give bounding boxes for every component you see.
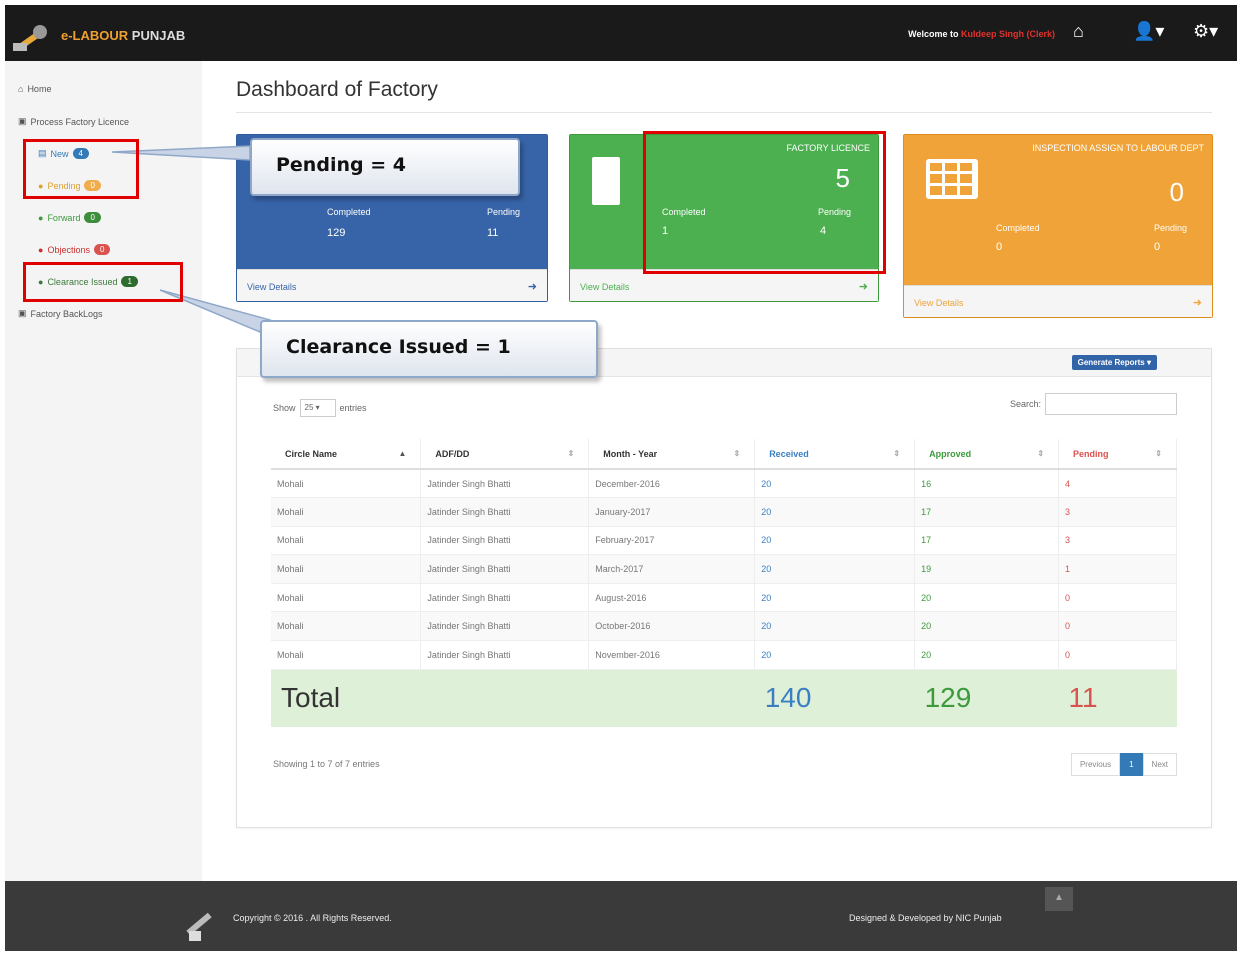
highlight-box-clearance [23, 262, 183, 302]
highlight-box-factory-licence [643, 131, 886, 274]
pending-callout: Pending = 4 [250, 138, 520, 196]
callout-pointer-lines [111, 145, 272, 333]
highlight-box-new-pending [23, 139, 139, 199]
clearance-callout: Clearance Issued = 1 [260, 320, 598, 378]
